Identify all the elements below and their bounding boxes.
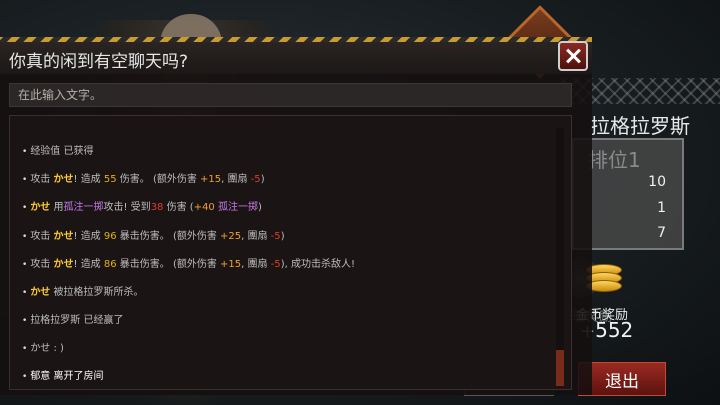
- chat-title: 你真的闲到有空聊天吗?: [9, 52, 189, 72]
- chat-message-segment: 用: [50, 202, 64, 213]
- chat-log[interactable]: 经验值 已获得攻击 かせ! 造成 55 伤害。 (额外伤害 +15, 團扇 -5…: [9, 115, 572, 390]
- chat-message-segment: ! 造成: [73, 259, 104, 270]
- chat-message-segment: +25: [220, 231, 242, 242]
- chat-message: かせ 用孤注一掷攻击! 受到38 伤害 (+40 孤注一掷): [22, 198, 262, 213]
- chat-message-segment: ), 成功击杀敌人!: [280, 259, 355, 270]
- chat-message-segment: +15: [220, 259, 242, 270]
- chat-message-segment: 伤害。 (额外伤害: [116, 174, 201, 185]
- chat-message-segment: -5: [270, 231, 281, 242]
- chat-message-segment: 96: [103, 231, 117, 242]
- chat-message: 郁意 离开了房间: [22, 367, 104, 382]
- chat-message-segment: 攻击: [30, 231, 54, 242]
- chat-message-segment: , 團扇: [241, 259, 271, 270]
- stat-value: 1: [657, 200, 666, 216]
- rank-label: 排位1: [588, 148, 641, 172]
- chat-message-segment: +40: [193, 202, 215, 213]
- chat-message-segment: かせ: [30, 202, 51, 213]
- chat-message-segment: 55: [103, 174, 117, 185]
- close-button[interactable]: [558, 41, 588, 71]
- chat-message-segment: 孤注一掷: [217, 202, 258, 213]
- scrollbar-track[interactable]: [556, 128, 564, 386]
- close-icon: [566, 49, 580, 63]
- chat-message: 拉格拉罗斯 已经赢了: [22, 311, 124, 326]
- chat-message-segment: かせ: [53, 231, 74, 242]
- chat-message-segment: 郁意 离开了房间: [30, 371, 104, 382]
- chat-message-segment: かせ: [30, 287, 51, 298]
- chat-message-segment: 暴击伤害。 (额外伤害: [116, 231, 221, 242]
- chat-message-segment: 攻击: [30, 259, 54, 270]
- chat-input[interactable]: [9, 83, 572, 107]
- chat-message-segment: -5: [270, 259, 281, 270]
- chat-message-segment: ): [260, 174, 265, 185]
- stat-value: 7: [657, 225, 666, 241]
- chat-message-segment: 孤注一掷: [63, 202, 104, 213]
- chat-message-segment: 经验值 已获得: [30, 146, 94, 157]
- chat-message-segment: +15: [200, 174, 222, 185]
- chat-message-segment: ): [257, 202, 262, 213]
- chat-header: 你真的闲到有空聊天吗?: [0, 42, 592, 74]
- chat-message-segment: , 團扇: [241, 231, 271, 242]
- chat-message-segment: かせ: [53, 259, 74, 270]
- chat-message-segment: , 團扇: [221, 174, 251, 185]
- stat-value: 10: [648, 174, 666, 190]
- chat-message-segment: 攻击! 受到: [103, 202, 151, 213]
- coin-amount: 552: [595, 318, 634, 342]
- chat-message: 攻击 かせ! 造成 86 暴击伤害。 (额外伤害 +15, 團扇 -5), 成功…: [22, 255, 355, 270]
- chat-message-segment: 被拉格拉罗斯所杀。: [50, 287, 144, 298]
- chat-message-segment: -5: [250, 174, 261, 185]
- scrollbar-thumb[interactable]: [556, 350, 564, 386]
- chat-message-segment: ): [280, 231, 285, 242]
- chat-message: かせ : ): [22, 339, 64, 354]
- chat-message-segment: ! 造成: [73, 174, 104, 185]
- chat-message-segment: かせ: [53, 174, 74, 185]
- chat-message-segment: 伤害 (: [163, 202, 194, 213]
- chat-message: かせ 被拉格拉罗斯所杀。: [22, 283, 144, 298]
- chat-message-segment: ! 造成: [73, 231, 104, 242]
- chat-message: 经验值 已获得: [22, 142, 94, 157]
- chat-message-segment: 38: [150, 202, 164, 213]
- chat-message-segment: 拉格拉罗斯 已经赢了: [30, 315, 124, 326]
- chat-message-segment: 86: [103, 259, 117, 270]
- chat-message-segment: かせ : ): [30, 343, 64, 354]
- chat-message: 攻击 かせ! 造成 96 暴击伤害。 (额外伤害 +25, 團扇 -5): [22, 227, 285, 242]
- chat-message: 攻击 かせ! 造成 55 伤害。 (额外伤害 +15, 團扇 -5): [22, 170, 265, 185]
- chat-message-segment: 暴击伤害。 (额外伤害: [116, 259, 221, 270]
- chat-dialog: 你真的闲到有空聊天吗? 经验值 已获得攻击 かせ! 造成 55 伤害。 (额外伤…: [0, 37, 592, 395]
- chat-message-segment: 攻击: [30, 174, 54, 185]
